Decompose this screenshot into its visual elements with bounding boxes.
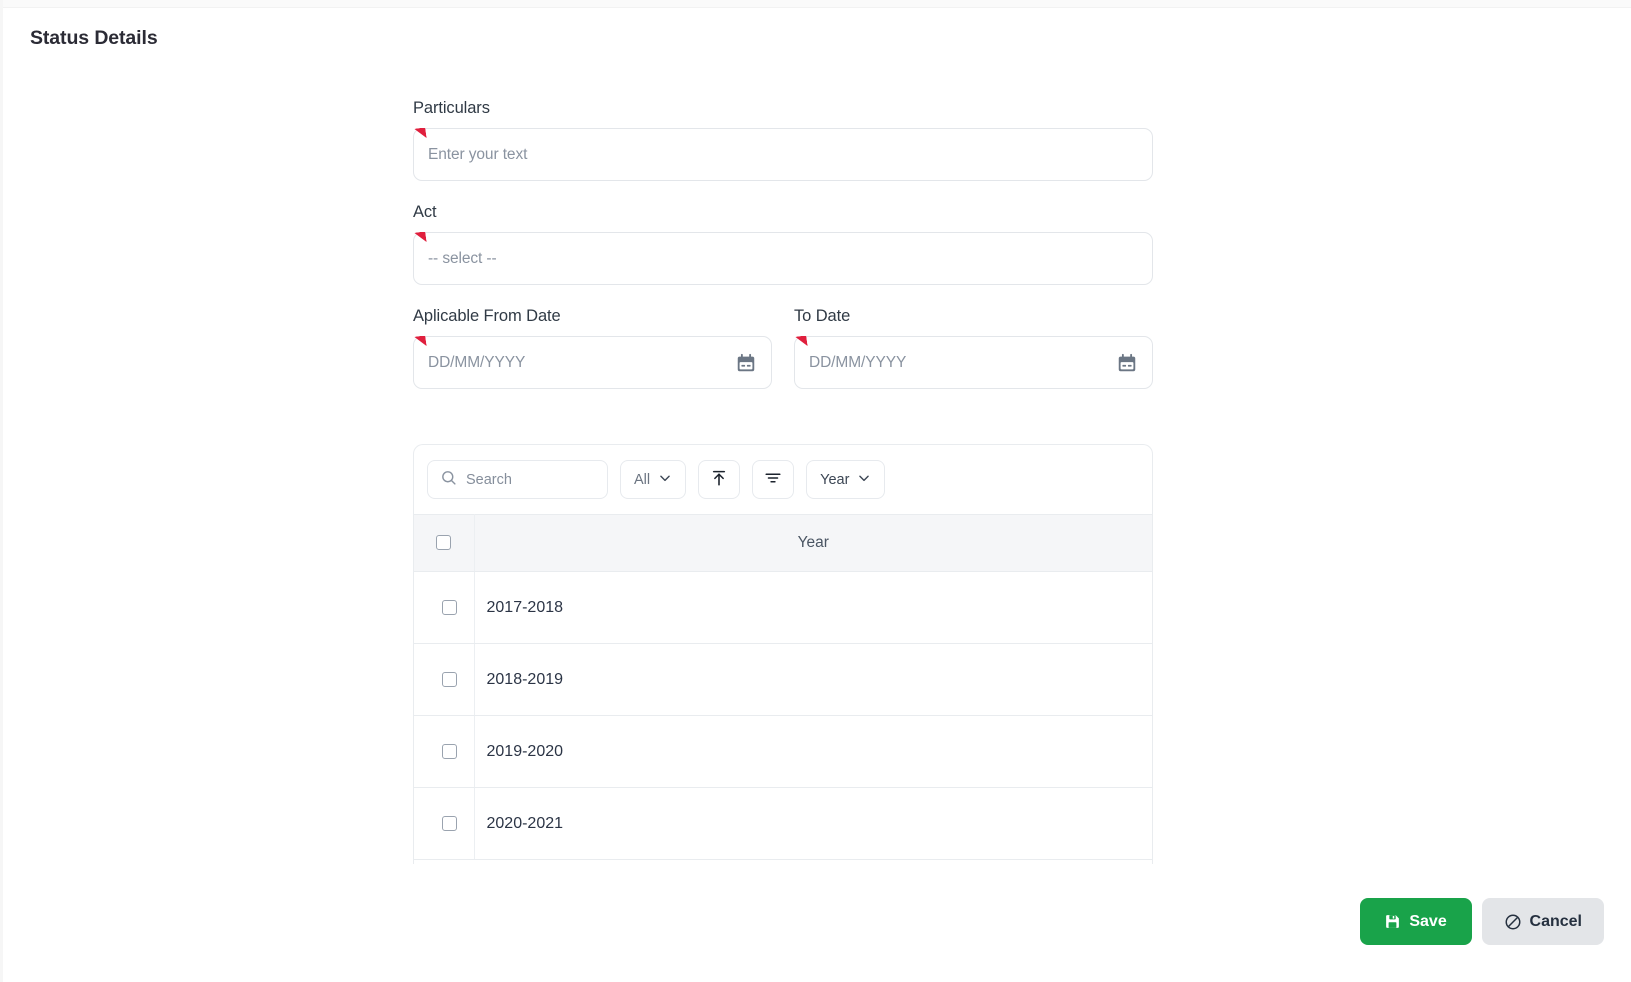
table-row[interactable]: 2017-2018 — [414, 571, 1152, 644]
table-header-row: Year — [414, 514, 1152, 572]
field-act: Act -- select -- — [413, 203, 1153, 285]
calendar-icon[interactable] — [1116, 352, 1138, 374]
from-date-input[interactable]: DD/MM/YYYY — [413, 336, 772, 389]
footer-actions: Save Cancel — [1359, 898, 1604, 945]
column-select-dropdown[interactable]: Year — [806, 460, 886, 499]
status-details-page: Status Details Particulars Enter your te… — [0, 0, 1631, 982]
from-date-placeholder: DD/MM/YYYY — [428, 353, 526, 371]
cell-year: 2019-2020 — [474, 715, 1152, 788]
page-title: Status Details — [30, 27, 158, 49]
row-checkbox[interactable] — [442, 671, 458, 687]
export-button[interactable] — [698, 460, 741, 499]
from-date-label: Aplicable From Date — [413, 307, 561, 325]
calendar-icon[interactable] — [735, 352, 757, 374]
chevron-down-icon — [857, 471, 871, 489]
table-row[interactable]: 2019-2020 — [414, 715, 1152, 788]
cell-year: 2017-2018 — [474, 571, 1152, 644]
row-select-cell — [414, 787, 475, 860]
save-icon — [1384, 913, 1401, 930]
to-date-input[interactable]: DD/MM/YYYY — [794, 336, 1153, 389]
row-select-cell — [414, 571, 475, 644]
table-toolbar: Search All Year — [414, 445, 1152, 514]
act-select[interactable]: -- select -- — [413, 232, 1153, 285]
row-select-cell — [414, 643, 475, 716]
year-table: Year 2017-2018 2018-2019 2019-2020 2020-… — [414, 514, 1152, 860]
select-all-header — [414, 514, 475, 572]
table-row[interactable]: 2018-2019 — [414, 643, 1152, 716]
particulars-input[interactable]: Enter your text — [413, 128, 1153, 181]
row-checkbox[interactable] — [442, 815, 458, 831]
row-checkbox[interactable] — [442, 743, 458, 759]
table-body: 2017-2018 2018-2019 2019-2020 2020-2021 — [414, 571, 1152, 860]
row-checkbox[interactable] — [442, 599, 458, 615]
save-button-label: Save — [1409, 912, 1447, 930]
act-label: Act — [413, 203, 437, 221]
act-selected-value: -- select -- — [428, 249, 497, 267]
form-column: Particulars Enter your text Act -- selec… — [413, 99, 1153, 389]
field-to-date: To Date DD/MM/YYYY — [794, 307, 1153, 389]
particulars-placeholder: Enter your text — [428, 145, 528, 163]
save-button[interactable]: Save — [1359, 898, 1472, 945]
select-all-checkbox[interactable] — [436, 535, 452, 551]
required-marker-icon — [413, 232, 429, 248]
ban-icon — [1504, 913, 1522, 931]
to-date-label: To Date — [794, 307, 851, 325]
cancel-button[interactable]: Cancel — [1481, 898, 1604, 945]
filter-icon — [764, 469, 782, 491]
cell-year: 2020-2021 — [474, 787, 1152, 860]
top-strip — [0, 0, 1631, 8]
required-marker-icon — [413, 336, 429, 352]
column-select-label: Year — [820, 471, 850, 488]
field-from-date: Aplicable From Date DD/MM/YYYY — [413, 307, 772, 389]
required-marker-icon — [413, 128, 429, 144]
field-particulars: Particulars Enter your text — [413, 99, 1153, 181]
upload-icon — [710, 469, 728, 491]
cell-year: 2018-2019 — [474, 643, 1152, 716]
table-head: Year — [414, 514, 1152, 572]
to-date-placeholder: DD/MM/YYYY — [809, 353, 907, 371]
row-select-cell — [414, 715, 475, 788]
year-table-card: Search All Year Year 2017-2018 2018-2019… — [413, 444, 1153, 864]
search-icon — [440, 469, 457, 491]
chevron-down-icon — [658, 471, 672, 489]
column-header-year[interactable]: Year — [474, 514, 1152, 572]
date-row: Aplicable From Date DD/MM/YYYY To Date D… — [413, 307, 1153, 389]
table-row[interactable]: 2020-2021 — [414, 787, 1152, 860]
search-input[interactable]: Search — [427, 460, 608, 499]
filter-button[interactable] — [752, 460, 795, 499]
left-edge — [0, 0, 3, 982]
particulars-label: Particulars — [413, 99, 490, 117]
all-filter-label: All — [634, 471, 651, 488]
cancel-button-label: Cancel — [1529, 912, 1582, 930]
search-placeholder: Search — [466, 471, 512, 488]
required-marker-icon — [794, 336, 810, 352]
all-filter-dropdown[interactable]: All — [620, 460, 687, 499]
